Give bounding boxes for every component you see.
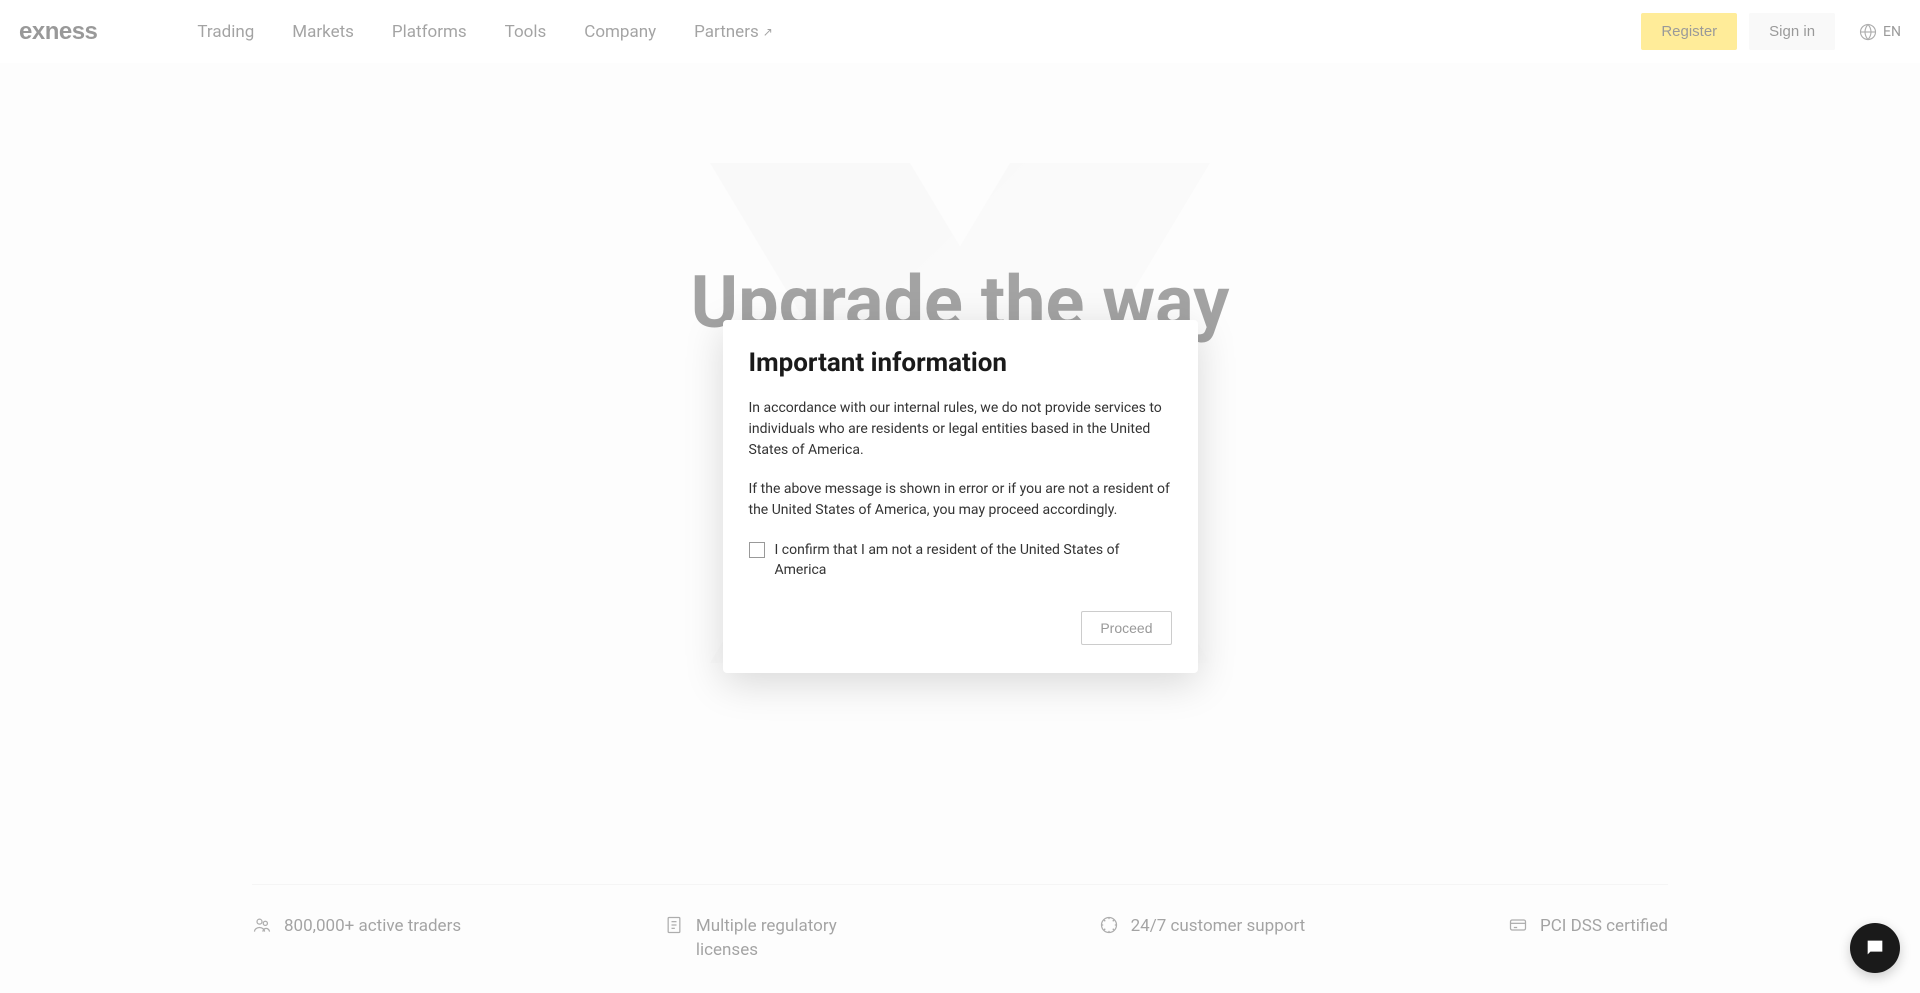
modal-checkbox-row: I confirm that I am not a resident of th… (749, 541, 1172, 580)
modal-overlay: Important information In accordance with… (0, 0, 1920, 993)
modal-paragraph: If the above message is shown in error o… (749, 479, 1172, 521)
checkbox-label[interactable]: I confirm that I am not a resident of th… (775, 541, 1172, 580)
modal-paragraph: In accordance with our internal rules, w… (749, 398, 1172, 461)
modal-footer: Proceed (749, 611, 1172, 645)
confirm-checkbox[interactable] (749, 542, 765, 558)
important-information-modal: Important information In accordance with… (723, 320, 1198, 672)
chat-bubble[interactable] (1850, 923, 1900, 973)
proceed-button[interactable]: Proceed (1081, 611, 1171, 645)
modal-title: Important information (749, 348, 1172, 378)
chat-icon (1864, 937, 1886, 959)
